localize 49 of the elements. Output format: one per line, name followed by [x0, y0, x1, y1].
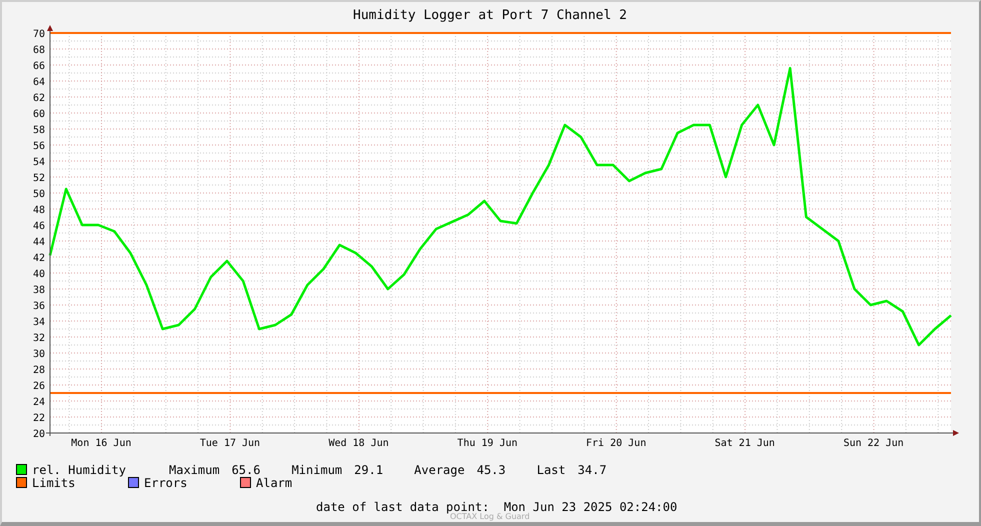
x-tick-label: Fri 20 Jun	[586, 438, 646, 449]
y-tick-label: 32	[32, 333, 45, 344]
y-tick-label: 30	[32, 349, 45, 360]
y-tick-label: 26	[32, 381, 45, 392]
y-tick-label: 46	[32, 221, 45, 232]
stat-value: 34.7	[578, 462, 608, 476]
y-tick-label: 42	[32, 253, 45, 264]
x-tick-label: Sat 21 Jun	[714, 438, 775, 449]
y-tick-label: 62	[32, 93, 45, 104]
stat-value: 65.6	[232, 462, 262, 476]
y-tick-label: 28	[32, 365, 45, 376]
y-tick-label: 52	[32, 173, 45, 184]
y-tick-label: 54	[32, 157, 45, 168]
x-tick-label: Sun 22 Jun	[843, 438, 904, 449]
y-tick-label: 22	[32, 413, 45, 424]
x-tick-label: Mon 16 Jun	[71, 438, 132, 449]
stat-label: Last	[536, 462, 566, 476]
y-tick-label: 64	[32, 77, 45, 88]
x-tick-label: Tue 17 Jun	[200, 438, 260, 449]
x-tick-label: Thu 19 Jun	[457, 438, 518, 449]
legend-label: rel. Humidity	[32, 462, 126, 476]
y-tick-label: 66	[32, 61, 45, 72]
last-point-value: Mon Jun 23 2025 02:24:00	[504, 500, 678, 514]
y-tick-label: 44	[32, 237, 45, 248]
y-tick-label: 34	[32, 317, 45, 328]
stat-label: Maximum	[169, 462, 220, 476]
legend-label: Errors	[144, 476, 188, 490]
y-tick-label: 48	[32, 205, 45, 216]
y-tick-label: 38	[32, 285, 45, 296]
y-tick-label: 60	[32, 109, 45, 120]
last-point-label: date of last data point:	[316, 500, 490, 514]
stat-value: 29.1	[354, 462, 384, 476]
legend-label: Limits	[32, 476, 76, 490]
y-tick-label: 58	[32, 125, 45, 136]
y-tick-label: 40	[32, 269, 45, 280]
watermark-text: OCTAX Log & Guard	[450, 512, 530, 521]
legend-label: Alarm	[256, 476, 292, 490]
stat-label: Average	[414, 462, 465, 476]
y-tick-label: 20	[32, 429, 45, 440]
y-tick-label: 56	[32, 141, 45, 152]
stat-label: Minimum	[292, 462, 342, 476]
x-tick-label: Wed 18 Jun	[328, 438, 389, 449]
y-tick-label: 36	[32, 301, 45, 312]
y-tick-label: 24	[32, 397, 45, 408]
y-tick-label: 70	[32, 29, 45, 40]
y-tick-label: 68	[32, 45, 45, 56]
stat-value: 45.3	[476, 462, 507, 476]
chart-title: Humidity Logger at Port 7 Channel 2	[353, 8, 627, 23]
y-tick-label: 50	[32, 189, 45, 200]
